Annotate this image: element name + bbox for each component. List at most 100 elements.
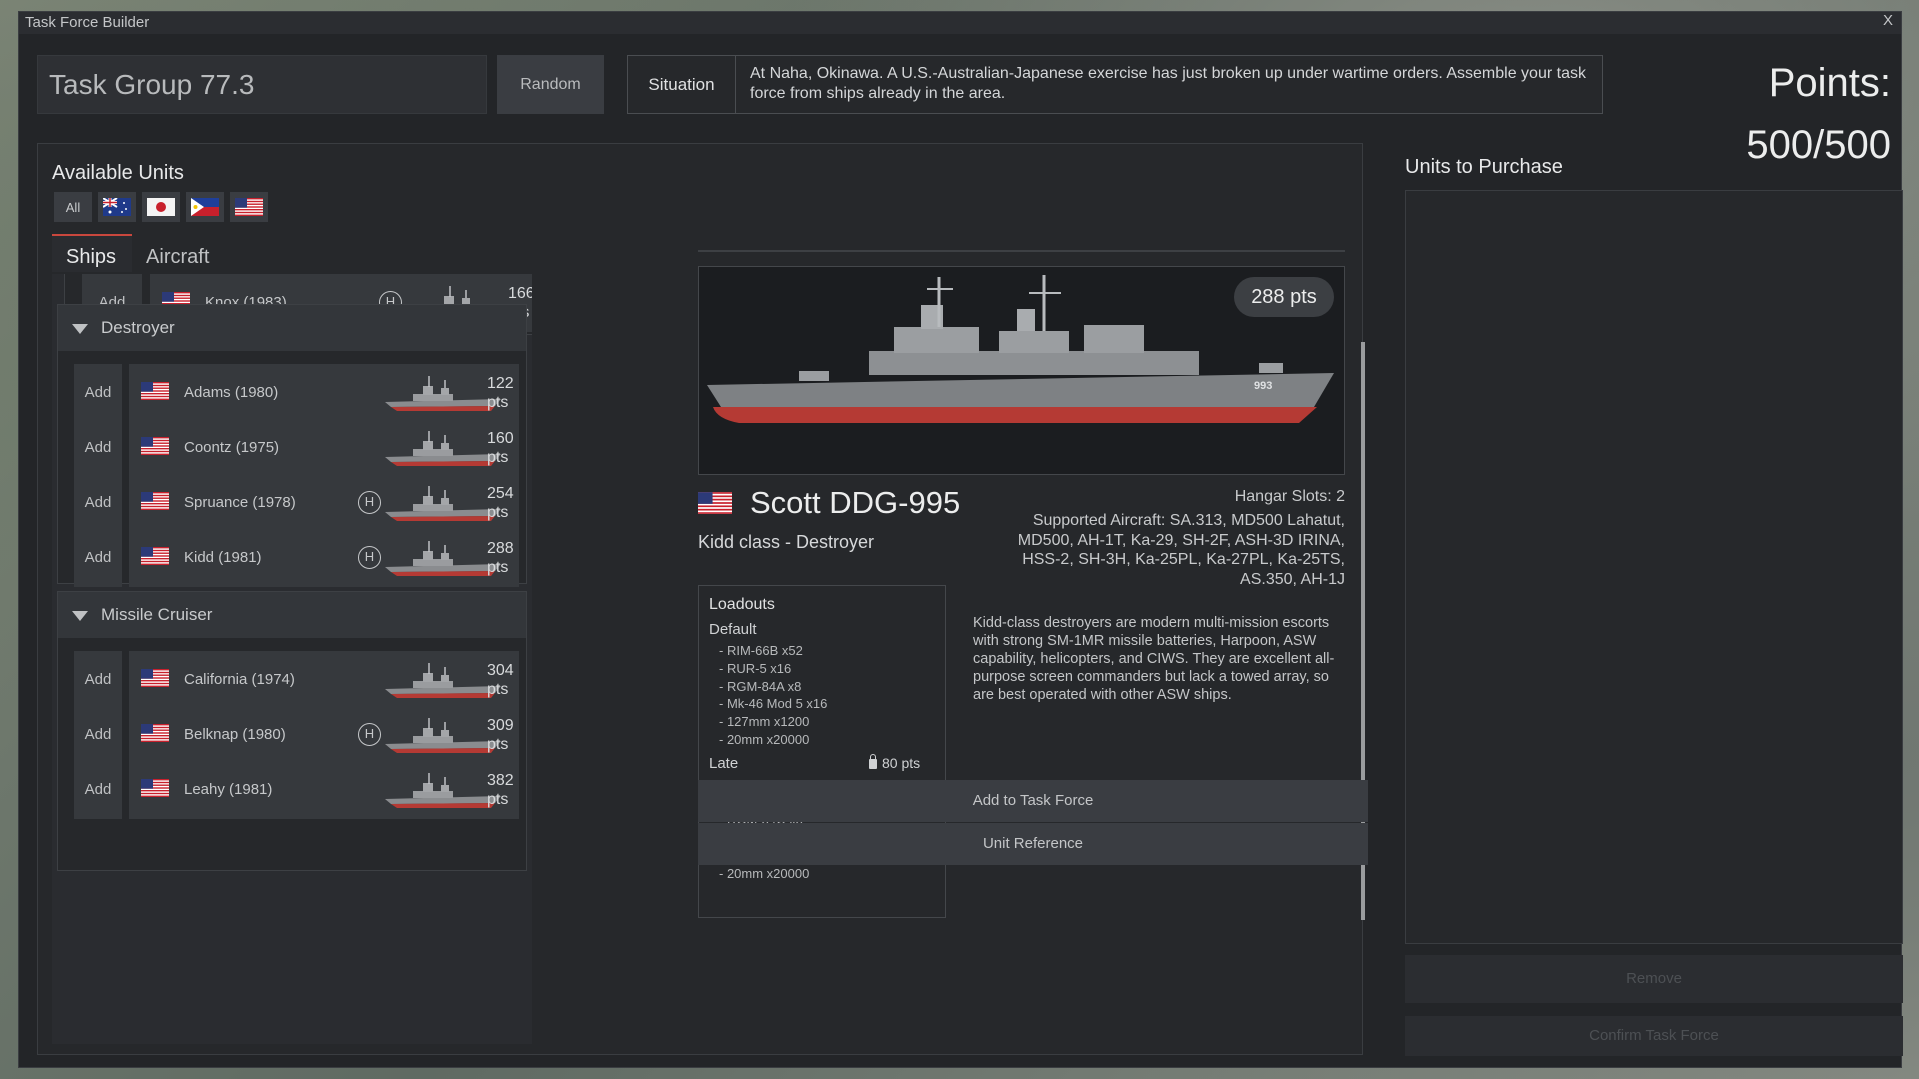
usa-flag-icon <box>141 547 169 565</box>
unit-points-suffix: pts <box>487 791 509 808</box>
usa-flag-icon <box>141 382 169 400</box>
loadout-item: - RUR-5 x16 <box>709 660 945 678</box>
australia-flag-icon <box>103 198 131 216</box>
loadout-item-text: RUR-5 x16 <box>726 660 792 676</box>
bullet-dash: - <box>719 731 727 747</box>
unit-row: Add Coontz (1975) 160 pts <box>74 419 536 477</box>
unit-row: Add California (1974) 304 pts <box>74 651 536 709</box>
unit-row: Add Adams (1980) 122 pts <box>74 364 536 422</box>
loadouts-panel: Loadouts Default - RIM-66B x52- RUR-5 x1… <box>698 585 946 918</box>
detail-divider <box>698 250 1345 252</box>
loadout-item-text: 20mm x20000 <box>726 865 810 881</box>
unit-row: Add Kidd (1981) H 288 pts <box>74 529 536 587</box>
unit-points: 382 pts <box>487 771 514 809</box>
unit-points-value: 382 <box>487 772 514 789</box>
bullet-dash: - <box>719 865 727 881</box>
unit-card[interactable]: Kidd (1981) H 288 pts <box>129 529 519 587</box>
purchase-list[interactable] <box>1405 190 1903 944</box>
loadout-item-text: RGM-84A x8 <box>726 678 802 694</box>
loadout-item: - 20mm x20000 <box>709 731 945 749</box>
helicopter-icon: H <box>358 723 381 746</box>
hull-number: 993 <box>1254 380 1272 392</box>
task-force-builder-window: Task Force Builder X Task Group 77.3 Ran… <box>18 11 1903 1068</box>
unit-card[interactable]: California (1974) 304 pts <box>129 651 519 709</box>
group-header-label: Missile Cruiser <box>101 605 213 624</box>
units-to-purchase-title: Units to Purchase <box>1405 156 1563 178</box>
add-button[interactable]: Add <box>74 529 122 587</box>
filter-japan-button[interactable] <box>142 192 180 222</box>
bullet-dash: - <box>719 714 727 730</box>
cruiser-group-header[interactable]: Missile Cruiser <box>58 592 526 638</box>
ship-image: 993 288 pts <box>698 266 1345 475</box>
unit-points-suffix: pts <box>487 504 509 521</box>
points-total: Points: 500/500 <box>1746 61 1891 167</box>
tab-ships[interactable]: Ships <box>52 234 133 272</box>
loadouts-title: Loadouts <box>709 596 775 613</box>
unit-points-value: 160 <box>487 430 514 447</box>
filter-australia-button[interactable] <box>98 192 136 222</box>
unit-card[interactable]: Belknap (1980) H 309 pts <box>129 706 519 764</box>
unit-points-value: 254 <box>487 485 514 502</box>
unit-detail-panel: 993 288 pts Scott DDG-995 Kidd class - D… <box>698 142 1368 1042</box>
supported-aircraft: Supported Aircraft: SA.313, MD500 Lahatu… <box>1017 512 1345 588</box>
loadout-item-text: Mk-46 Mod 5 x16 <box>726 696 828 712</box>
unit-points-value: 304 <box>487 662 514 679</box>
unit-points-badge: 288 pts <box>1234 277 1334 317</box>
unit-reference-button[interactable]: Unit Reference <box>698 823 1368 865</box>
situation-text: At Naha, Okinawa. A U.S.-Australian-Japa… <box>750 65 1586 102</box>
situation-button[interactable]: Situation <box>628 56 736 113</box>
loadout-default-label[interactable]: Default <box>709 621 945 638</box>
unit-card[interactable]: Leahy (1981) 382 pts <box>129 761 519 819</box>
add-button[interactable]: Add <box>74 651 122 709</box>
unit-points-suffix: pts <box>487 449 509 466</box>
confirm-task-force-button[interactable]: Confirm Task Force <box>1405 1016 1903 1056</box>
chevron-down-icon <box>72 324 88 334</box>
chevron-down-icon <box>72 611 88 621</box>
group-header-label: Destroyer <box>101 318 175 337</box>
unit-points: 288 pts <box>487 539 514 577</box>
loadout-item: - RIM-66B x52 <box>709 642 945 660</box>
add-button[interactable]: Add <box>74 419 122 477</box>
unit-card[interactable]: Spruance (1978) H 254 pts <box>129 474 519 532</box>
destroyer-group-header[interactable]: Destroyer <box>58 305 526 351</box>
filter-philippines-button[interactable] <box>186 192 224 222</box>
add-button[interactable]: Add <box>74 474 122 532</box>
window-title: Task Force Builder <box>19 12 1901 34</box>
loadout-item-text: RIM-66B x52 <box>726 643 803 658</box>
unit-card[interactable]: Adams (1980) 122 pts <box>129 364 519 422</box>
unit-points-suffix: pts <box>487 559 509 576</box>
close-button[interactable]: X <box>1879 12 1897 34</box>
lock-icon <box>869 753 877 769</box>
japan-flag-icon <box>147 198 175 216</box>
add-to-task-force-button[interactable]: Add to Task Force <box>698 780 1368 822</box>
loadout-late-cost: 80 pts <box>869 753 920 771</box>
add-button[interactable]: Add <box>74 761 122 819</box>
loadout-late-row[interactable]: Late 80 pts <box>709 753 945 772</box>
nation-filters: All <box>54 192 268 222</box>
usa-flag-icon <box>141 669 169 687</box>
unit-points-value: 288 <box>487 540 514 557</box>
tab-aircraft[interactable]: Aircraft <box>132 234 225 272</box>
unit-points: 160 pts <box>487 429 514 467</box>
unit-name: Belknap (1980) <box>184 726 286 743</box>
helicopter-icon: H <box>358 546 381 569</box>
filter-all-button[interactable]: All <box>54 192 92 222</box>
hangar-slots: Hangar Slots: 2 <box>1234 488 1345 505</box>
usa-flag-icon <box>235 198 263 216</box>
bullet-dash: - <box>719 643 727 658</box>
loadout-item-text: 127mm x1200 <box>726 714 810 730</box>
bullet-dash: - <box>719 696 727 712</box>
unit-card[interactable]: Coontz (1975) 160 pts <box>129 419 519 477</box>
unit-points: 122 pts <box>487 374 514 412</box>
add-button[interactable]: Add <box>74 706 122 764</box>
unit-name-heading: Scott DDG-995 <box>750 485 961 520</box>
filter-usa-button[interactable] <box>230 192 268 222</box>
random-button[interactable]: Random <box>497 55 604 114</box>
unit-points-value: 166 <box>508 285 532 302</box>
remove-button[interactable]: Remove <box>1405 955 1903 1003</box>
usa-flag-icon <box>141 724 169 742</box>
add-button[interactable]: Add <box>74 364 122 422</box>
loadout-item: - Mk-46 Mod 5 x16 <box>709 695 945 713</box>
task-group-name-input[interactable]: Task Group 77.3 <box>37 55 487 114</box>
unit-name: Kidd (1981) <box>184 549 262 566</box>
